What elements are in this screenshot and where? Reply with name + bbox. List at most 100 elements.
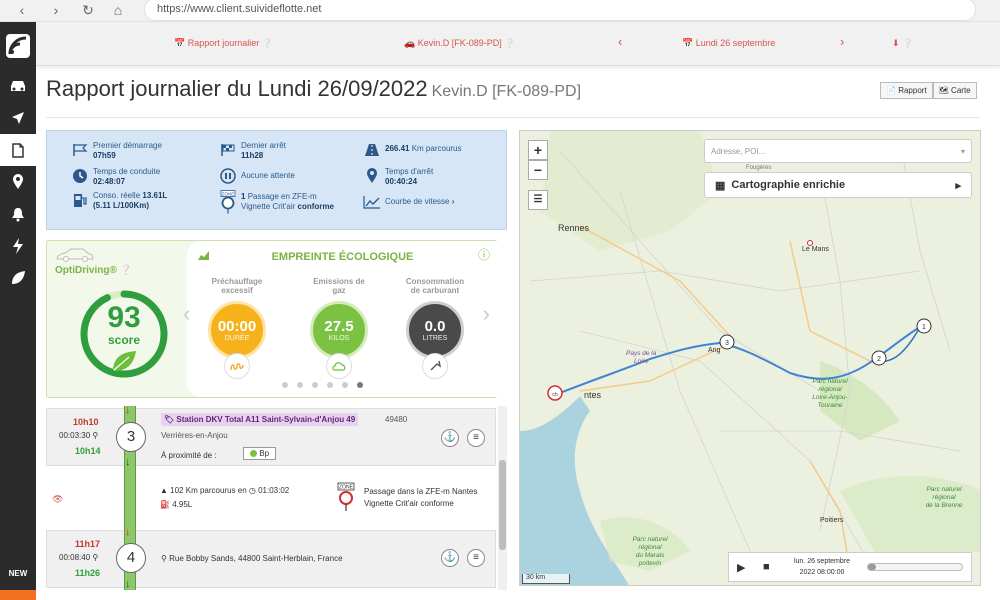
help-icon: ❔ bbox=[902, 38, 914, 48]
reload-icon[interactable]: ↻ bbox=[78, 2, 98, 19]
stop-time-value: 00:40:24 bbox=[385, 177, 418, 186]
carousel-dot-active[interactable] bbox=[357, 382, 363, 388]
carousel-dot[interactable] bbox=[297, 382, 303, 388]
sidebar-item-alerts[interactable] bbox=[0, 198, 36, 230]
help-icon[interactable]: ❔ bbox=[120, 265, 132, 276]
map-marker-3-label: 3 bbox=[725, 340, 729, 347]
emissions-value: 27.5 bbox=[324, 317, 354, 335]
fuel-pump-icon bbox=[71, 191, 89, 209]
stop-card-3[interactable]: 10h10 00:03:30 ⚲ 10h14 🏷 Station DKV Tot… bbox=[46, 408, 496, 466]
forward-icon[interactable]: › bbox=[46, 2, 66, 18]
map-search-input[interactable]: Adresse, POI... ▾ bbox=[704, 139, 972, 163]
arrow-down-icon: ↓ bbox=[125, 406, 131, 416]
line-chart-icon bbox=[363, 193, 381, 211]
carousel-dot[interactable] bbox=[282, 382, 288, 388]
leg-zfe-info: Passage dans la ZFE-m Nantes Vignette Cri… bbox=[364, 486, 477, 510]
scrollbar-thumb[interactable] bbox=[499, 460, 506, 550]
sidebar-accent-bar bbox=[0, 590, 36, 600]
carousel-dot[interactable] bbox=[327, 382, 333, 388]
leg-zfe-line2: Vignette Crit'air conforme bbox=[364, 499, 454, 508]
chevron-right-icon: ▸ bbox=[955, 179, 961, 192]
next-day-chevron-icon[interactable]: › bbox=[840, 34, 844, 49]
stat-first-start: Premier démarrage 07h59 bbox=[71, 141, 162, 161]
sidebar-item-reports[interactable] bbox=[0, 134, 36, 166]
preheat-circle: 00:00 DURÉE bbox=[208, 301, 266, 359]
fuel-label-line2: de carburant bbox=[410, 286, 460, 295]
arrow-down-icon: ↓ bbox=[125, 578, 131, 590]
sidebar-item-energy[interactable] bbox=[0, 230, 36, 262]
emissions-unit: KILOS bbox=[328, 334, 350, 342]
leaf-icon bbox=[113, 351, 136, 371]
carousel-dot[interactable] bbox=[342, 382, 348, 388]
enriched-map-label: Cartographie enrichie bbox=[731, 179, 846, 191]
trip-timeline: 10h10 00:03:30 ⚲ 10h14 🏷 Station DKV Tot… bbox=[46, 406, 507, 590]
park-label: du Marais bbox=[636, 552, 665, 559]
speed-curve-link[interactable]: Courbe de vitesse › bbox=[363, 193, 454, 211]
map-canvas[interactable]: ch 3 2 1 Rennes Le Mans ntes Ang Poitier… bbox=[520, 131, 981, 586]
stop-card-4[interactable]: 11h17 00:08:40 ⚲ 11h26 ⚲ Rue Bobby Sands… bbox=[46, 530, 496, 588]
sidebar-item-vehicles[interactable] bbox=[0, 70, 36, 102]
map-pin-icon: ⚲ bbox=[161, 554, 167, 563]
speed-curve-label: Courbe de vitesse bbox=[385, 197, 450, 206]
player-datetime: lun. 26 septembre 2022 08:00:00 bbox=[785, 556, 859, 578]
anchor-icon[interactable]: ⚓ bbox=[441, 549, 459, 567]
play-icon[interactable]: ▶ bbox=[737, 561, 745, 574]
carousel-dot[interactable] bbox=[312, 382, 318, 388]
carousel-prev-chevron-icon[interactable]: ‹ bbox=[183, 301, 190, 327]
help-icon[interactable]: ⓘ bbox=[478, 246, 490, 263]
layers-icon[interactable]: ☰ bbox=[528, 190, 548, 210]
enriched-map-toggle[interactable]: ▦ Cartographie enrichie ▸ bbox=[704, 172, 972, 198]
first-start-label: Premier démarrage bbox=[93, 141, 162, 150]
emissions-label-line1: Emissions de bbox=[313, 277, 365, 286]
gauge-fuel: Consommation de carburant 0.0 LITRES bbox=[399, 277, 471, 379]
sidebar-item-places[interactable] bbox=[0, 166, 36, 198]
prev-day-chevron-icon[interactable]: ‹ bbox=[618, 34, 622, 49]
park-label: Parc naturel bbox=[812, 378, 848, 385]
stop-time-label: Temps d'arrêt bbox=[385, 167, 434, 176]
url-bar[interactable]: https://www.client.suivideflotte.net bbox=[144, 0, 976, 21]
document-icon bbox=[12, 142, 24, 158]
back-icon[interactable]: ‹ bbox=[12, 2, 32, 18]
preheat-value: 00:00 bbox=[217, 317, 257, 335]
park-label: régional bbox=[638, 544, 662, 551]
sidebar-item-navigation[interactable] bbox=[0, 102, 36, 134]
player-progress-slider[interactable] bbox=[867, 563, 963, 571]
route-map[interactable]: ch 3 2 1 Rennes Le Mans ntes Ang Poitier… bbox=[519, 130, 981, 586]
sidebar-item-eco[interactable] bbox=[0, 262, 36, 294]
drive-time-value: 02:48:07 bbox=[93, 177, 126, 186]
stop-icon[interactable]: ■ bbox=[763, 561, 770, 573]
zoom-out-button[interactable]: − bbox=[528, 160, 548, 180]
carousel-next-chevron-icon[interactable]: › bbox=[483, 301, 490, 327]
first-start-value: 07h59 bbox=[93, 151, 116, 160]
leg-fuel: ⛽ 4.95L bbox=[160, 500, 192, 509]
clock-icon: ◷ bbox=[248, 486, 256, 495]
route-player: ▶ ■ lun. 26 septembre 2022 08:00:00 bbox=[728, 552, 972, 582]
app-logo[interactable] bbox=[0, 22, 36, 70]
menu-icon[interactable]: ≡ bbox=[467, 549, 485, 567]
view-toggle: 📄 Rapport 🗺 Carte bbox=[880, 82, 977, 99]
sidebar: NEW bbox=[0, 22, 36, 600]
waiting-label: Aucune attente bbox=[241, 171, 295, 180]
zoom-in-button[interactable]: + bbox=[528, 140, 548, 160]
map-region-label-2: Loire bbox=[634, 358, 649, 365]
report-view-button[interactable]: 📄 Rapport bbox=[880, 82, 933, 99]
nav-date[interactable]: 📅 Lundi 26 septembre bbox=[682, 38, 775, 49]
nav-report[interactable]: 📅 Rapport journalier ❔ bbox=[174, 38, 273, 49]
stop3-nearby-station[interactable]: Bp bbox=[243, 447, 277, 460]
menu-icon[interactable]: ≡ bbox=[467, 429, 485, 447]
preheat-label-line2: excessif bbox=[221, 286, 253, 295]
zfe-count: 1 bbox=[241, 192, 246, 201]
home-icon[interactable]: ⌂ bbox=[108, 2, 128, 18]
anchor-icon[interactable]: ⚓ bbox=[441, 429, 459, 447]
new-badge[interactable]: NEW bbox=[0, 569, 36, 578]
park-label: poitevin bbox=[638, 560, 662, 567]
eye-icon[interactable]: 👁 bbox=[52, 494, 63, 505]
clock-icon bbox=[71, 167, 89, 185]
map-view-button[interactable]: 🗺 Carte bbox=[932, 82, 977, 99]
player-slider-handle[interactable] bbox=[868, 564, 876, 570]
download-icon[interactable]: ⬇ ❔ bbox=[892, 38, 913, 49]
zfe-zone-icon: ZONE bbox=[219, 189, 237, 215]
timeline-scrollbar[interactable] bbox=[498, 406, 507, 590]
nav-driver[interactable]: 🚗 Kevin.D [FK-089-PD] ❔ bbox=[404, 38, 515, 49]
eco-title: EMPREINTE ÉCOLOGIQUE bbox=[271, 251, 414, 263]
